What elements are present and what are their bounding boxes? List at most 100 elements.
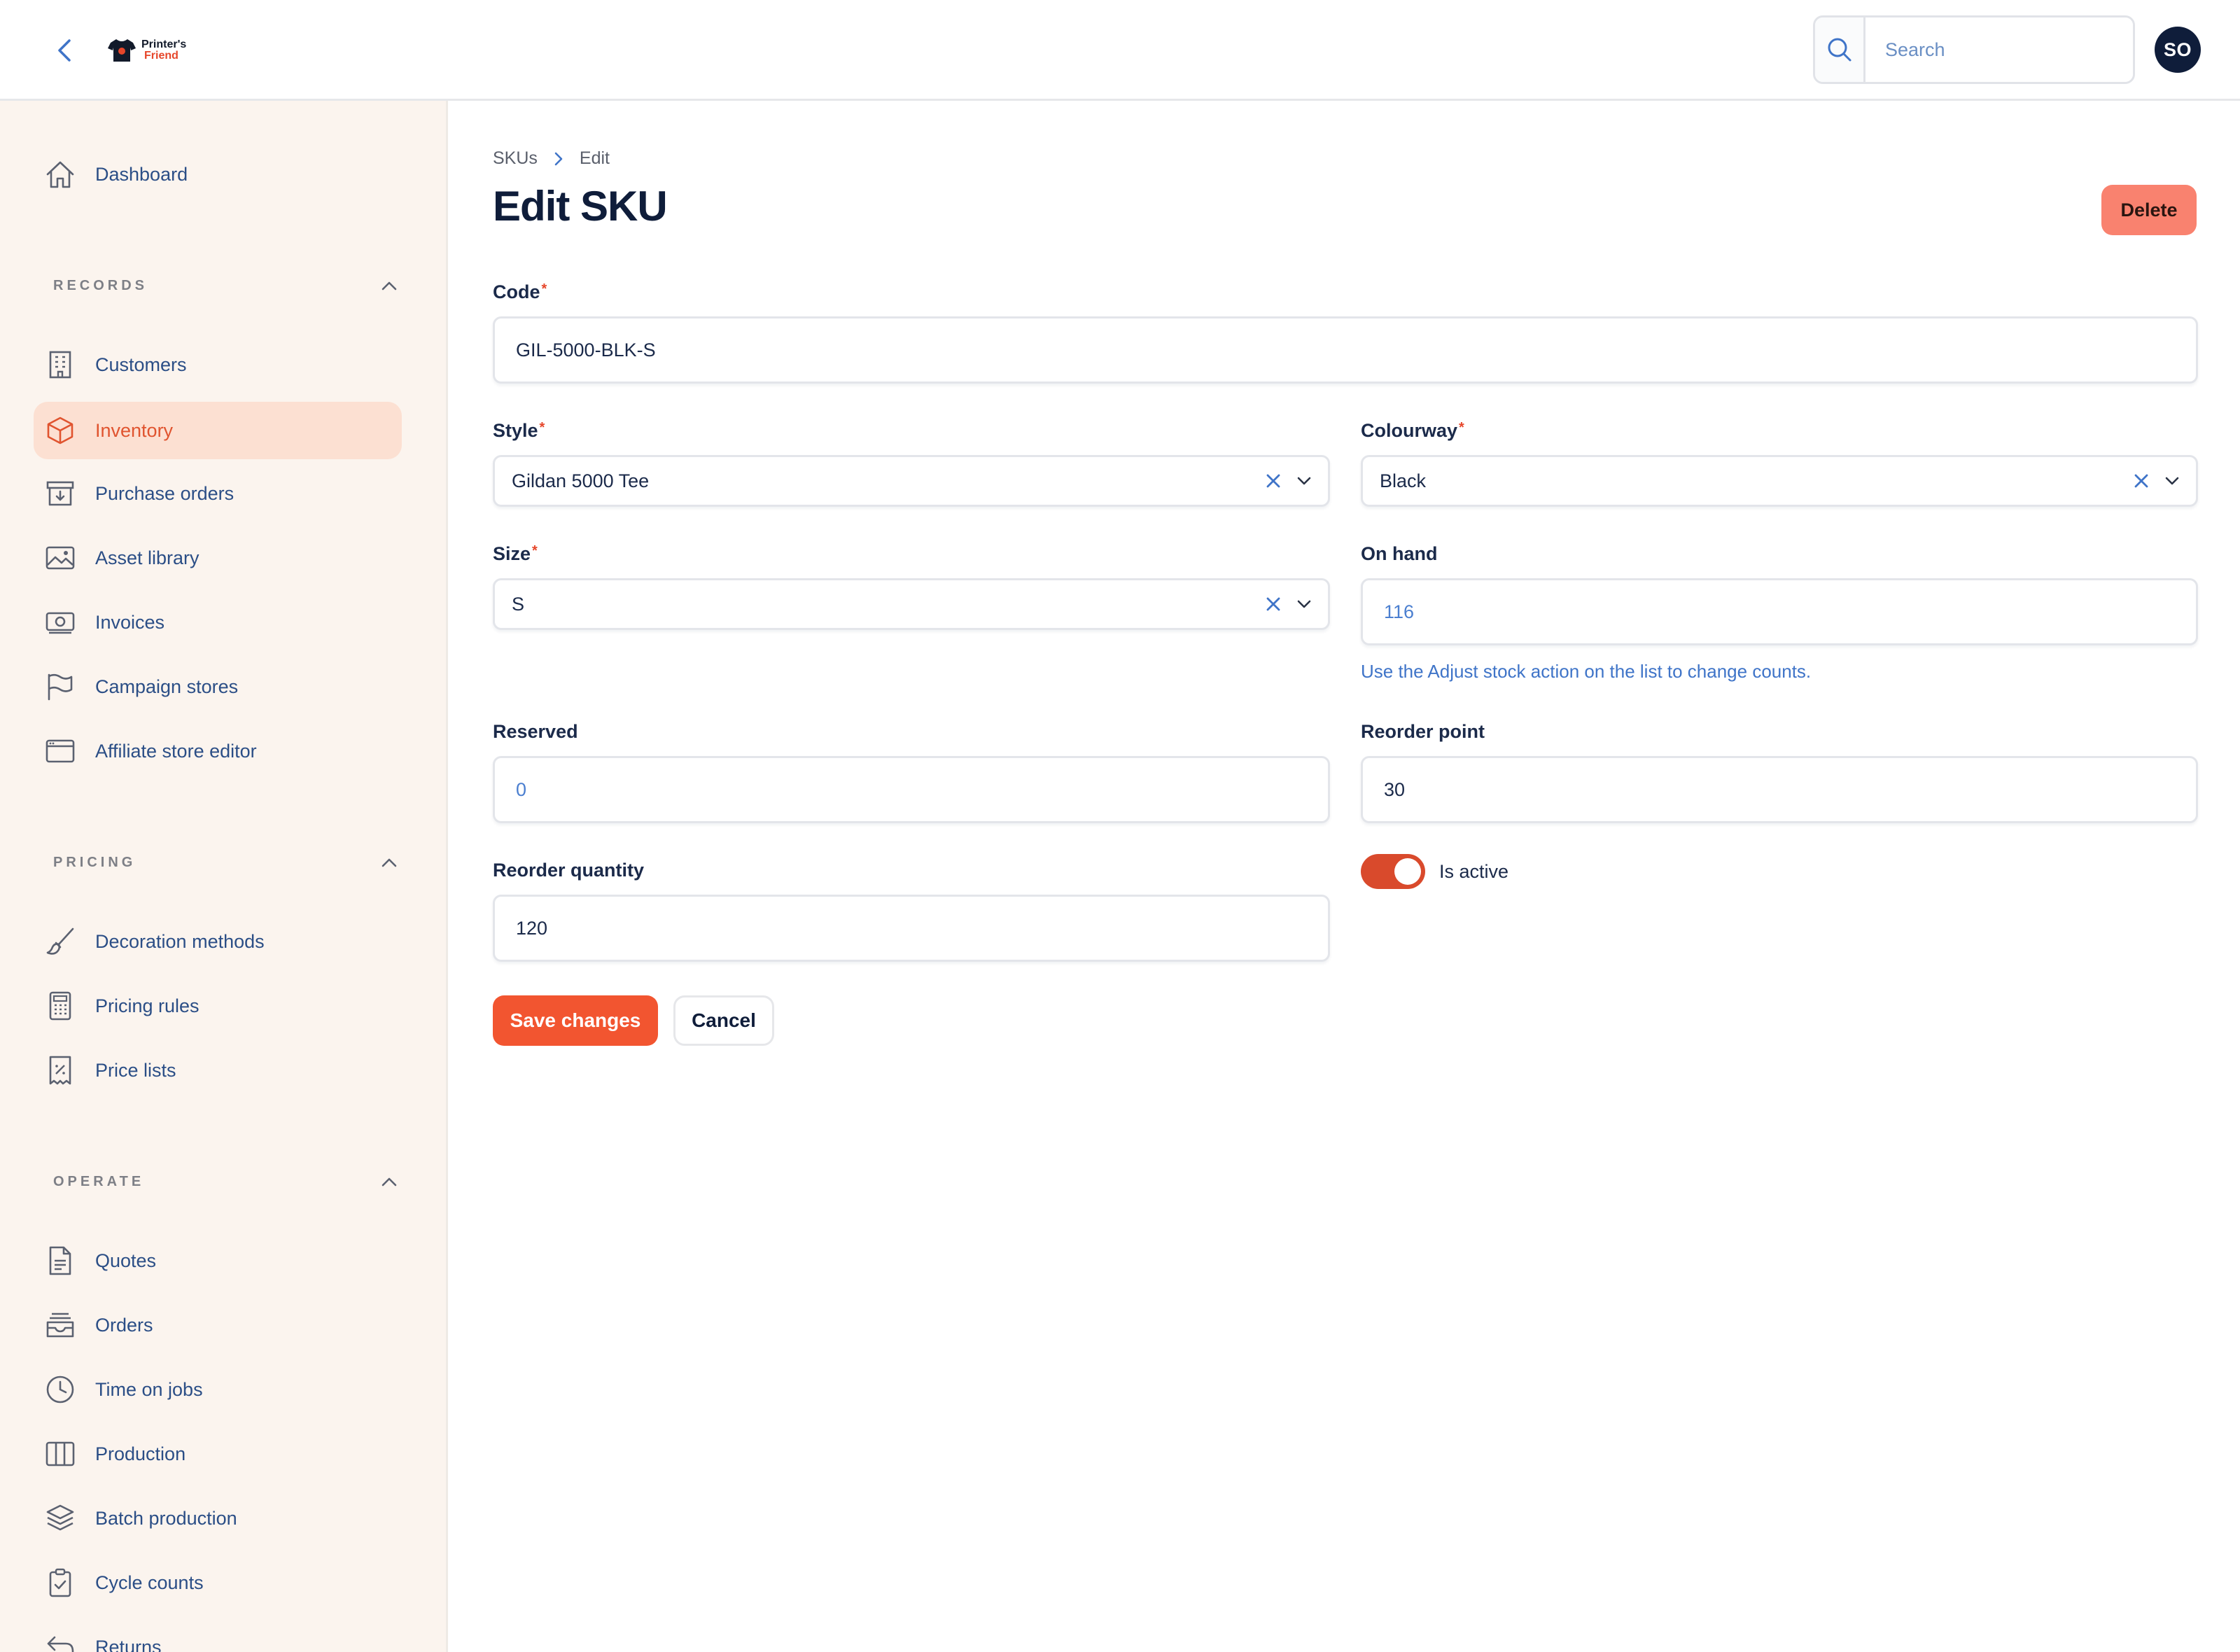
sidebar-item-label: Production [95,1443,186,1464]
sidebar-item-decoration-methods[interactable]: Decoration methods [34,913,402,970]
sidebar-item-label: Price lists [95,1059,176,1081]
code-label: Code * [493,281,547,303]
code-input[interactable] [493,316,2198,384]
chevron-down-icon[interactable] [1292,592,1317,617]
sidebar-item-label: Customers [95,354,187,375]
cancel-button[interactable]: Cancel [673,995,774,1046]
sidebar-item-label: Orders [95,1314,153,1336]
code-label-text: Code [493,281,540,302]
on-hand-helper-text: Use the Adjust stock action on the list … [1361,661,1812,682]
sidebar-item-inventory[interactable]: Inventory [34,402,402,459]
required-marker: * [539,420,545,435]
clock-icon [45,1374,76,1405]
tshirt-logo-icon [108,39,136,62]
document-icon [45,1245,76,1276]
clear-x-icon[interactable] [2129,468,2154,493]
section-header-records: RECORDS [53,272,403,300]
sidebar-item-invoices[interactable]: Invoices [34,594,402,651]
sidebar-item-batch-production[interactable]: Batch production [34,1490,402,1547]
sidebar-item-label: Returns [95,1636,162,1652]
breadcrumb: SKUs Edit [493,148,610,169]
chevron-up-icon[interactable] [375,848,403,876]
cube-icon [45,415,76,446]
chevron-left-icon [58,39,71,62]
chevron-down-icon[interactable] [2160,468,2185,493]
clear-x-icon[interactable] [1261,592,1286,617]
sidebar-item-cycle-counts[interactable]: Cycle counts [34,1554,402,1611]
back-button[interactable] [50,35,78,66]
reorder-point-input[interactable] [1361,756,2198,823]
logo-text-line1: Printer's [141,38,187,50]
receipt-percent-icon [45,1055,76,1086]
sidebar-item-label: Time on jobs [95,1378,203,1400]
sidebar-item-returns[interactable]: Returns [34,1618,402,1652]
logo-text-line2: Friend [144,50,178,62]
delete-button[interactable]: Delete [2101,185,2197,235]
sidebar-item-customers[interactable]: Customers [34,336,402,393]
sidebar-item-time-on-jobs[interactable]: Time on jobs [34,1361,402,1418]
main-content: SKUs Edit Edit SKU Delete Code* Style* G… [448,101,2240,1652]
required-marker: * [1459,420,1464,435]
breadcrumb-skus-link[interactable]: SKUs [493,148,538,169]
sidebar-item-label: Cycle counts [95,1572,204,1593]
save-changes-button[interactable]: Save changes [493,995,658,1046]
sidebar-item-orders[interactable]: Orders [34,1296,402,1354]
sidebar-item-label: Purchase orders [95,482,234,504]
size-label-text: Size [493,543,531,564]
sidebar-item-dashboard[interactable]: Dashboard [34,146,402,203]
sidebar: Dashboard RECORDS Customers Inventory Pu… [0,101,448,1652]
search-box [1813,15,2135,84]
app-logo[interactable]: Printer's Friend [108,35,186,66]
sidebar-item-label: Quotes [95,1250,157,1271]
breadcrumb-current: Edit [579,148,610,168]
chevron-down-icon[interactable] [1292,468,1317,493]
chevron-up-icon[interactable] [375,1168,403,1196]
sidebar-item-label: Campaign stores [95,676,239,697]
colourway-select[interactable]: Black [1361,455,2198,507]
size-select-value: S [512,593,525,615]
sidebar-item-affiliate-store-editor[interactable]: Affiliate store editor [34,722,402,780]
page-title: Edit SKU [493,183,668,230]
chevron-up-icon[interactable] [375,272,403,300]
sidebar-item-production[interactable]: Production [34,1425,402,1483]
is-active-toggle[interactable] [1361,854,1425,889]
required-marker: * [532,543,538,559]
browser-window-icon [45,736,76,766]
archive-in-icon [45,478,76,509]
layers-icon [45,1503,76,1534]
search-icon-container[interactable] [1815,18,1865,82]
style-label: Style * [493,420,545,442]
sidebar-item-asset-library[interactable]: Asset library [34,529,402,587]
reserved-input[interactable] [493,756,1330,823]
sidebar-item-label: Batch production [95,1507,237,1529]
paintbrush-icon [45,926,76,957]
calculator-icon [45,990,76,1021]
reorder-quantity-input[interactable] [493,895,1330,962]
style-select[interactable]: Gildan 5000 Tee [493,455,1330,507]
colourway-label-text: Colourway [1361,420,1458,441]
sidebar-item-purchase-orders[interactable]: Purchase orders [34,465,402,522]
required-marker: * [541,281,547,297]
banknote-icon [45,607,76,638]
flag-icon [45,671,76,702]
colourway-select-value: Black [1380,470,1427,491]
clear-x-icon[interactable] [1261,468,1286,493]
on-hand-label: On hand [1361,543,1438,564]
sidebar-item-campaign-stores[interactable]: Campaign stores [34,658,402,715]
size-select[interactable]: S [493,578,1330,630]
section-title: RECORDS [53,277,148,293]
style-label-text: Style [493,420,538,441]
image-icon [45,542,76,573]
size-label: Size * [493,543,538,565]
sidebar-item-pricing-rules[interactable]: Pricing rules [34,977,402,1035]
toggle-knob [1394,858,1421,885]
search-input[interactable] [1865,18,2133,82]
style-select-value: Gildan 5000 Tee [512,470,650,491]
section-header-pricing: PRICING [53,848,403,876]
user-avatar[interactable]: SO [2155,27,2201,73]
building-icon [45,349,76,380]
clipboard-check-icon [45,1567,76,1598]
sidebar-item-price-lists[interactable]: Price lists [34,1042,402,1099]
sidebar-item-quotes[interactable]: Quotes [34,1232,402,1289]
on-hand-input[interactable] [1361,578,2198,645]
